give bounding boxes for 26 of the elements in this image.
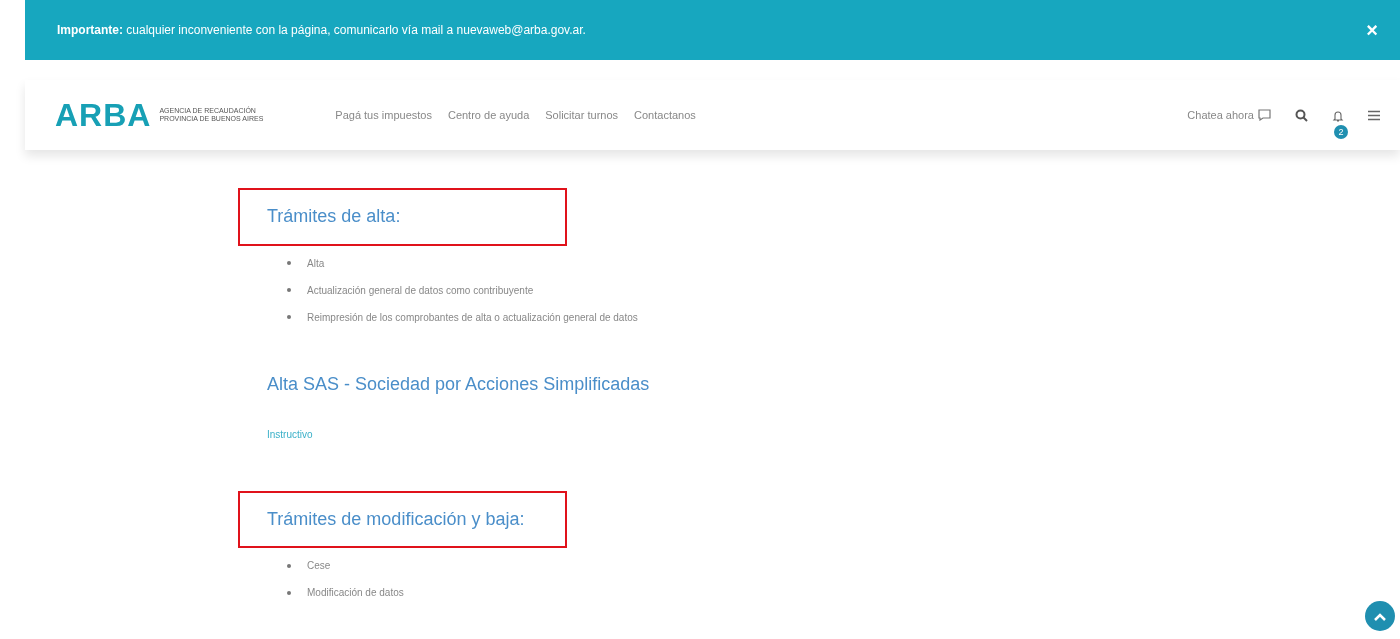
list-item: Cese (307, 559, 331, 574)
close-button[interactable]: × (1366, 15, 1378, 45)
alert-message: Importante: cualquier inconveniente con la página, comunicarlo vía mail a nuevaweb@arba.gov.ar. (57, 22, 586, 39)
bullet-icon (287, 590, 291, 595)
nav-link[interactable]: Pagá tus impuestos (335, 106, 432, 124)
section-heading: Alta SAS - Sociedad por Acciones Simplificadas (267, 373, 650, 396)
bullet-icon (287, 315, 291, 320)
section-heading: Trámites de modificación y baja: (240, 492, 565, 547)
chat-link[interactable]: Chatea ahora (1187, 106, 1271, 124)
nav-link[interactable]: Contactanos (634, 106, 696, 124)
logo[interactable]: ARBA (55, 91, 152, 139)
nav-link[interactable]: Centro de ayuda (447, 106, 530, 124)
instructions-link[interactable]: Instructivo (267, 428, 313, 440)
notification-count: 2 (1334, 125, 1348, 139)
section-heading: Trámites de alta: (240, 190, 565, 244)
chevron-up-icon (1373, 611, 1387, 622)
bullet-icon (287, 563, 291, 568)
bullet-icon (287, 261, 291, 266)
bullet-icon (287, 288, 291, 293)
list-item: Actualización general de datos como contribuyente (307, 283, 534, 298)
list-item: Alta (307, 256, 325, 271)
chat-icon (1258, 109, 1271, 121)
nav-link[interactable]: Solicitar turnos (545, 106, 619, 124)
list-item: Modificación de datos (307, 586, 404, 601)
scroll-top-button[interactable] (1365, 601, 1395, 631)
list-item: Reimpresión de los comprobantes de alta o actualización general de datos (307, 310, 638, 325)
